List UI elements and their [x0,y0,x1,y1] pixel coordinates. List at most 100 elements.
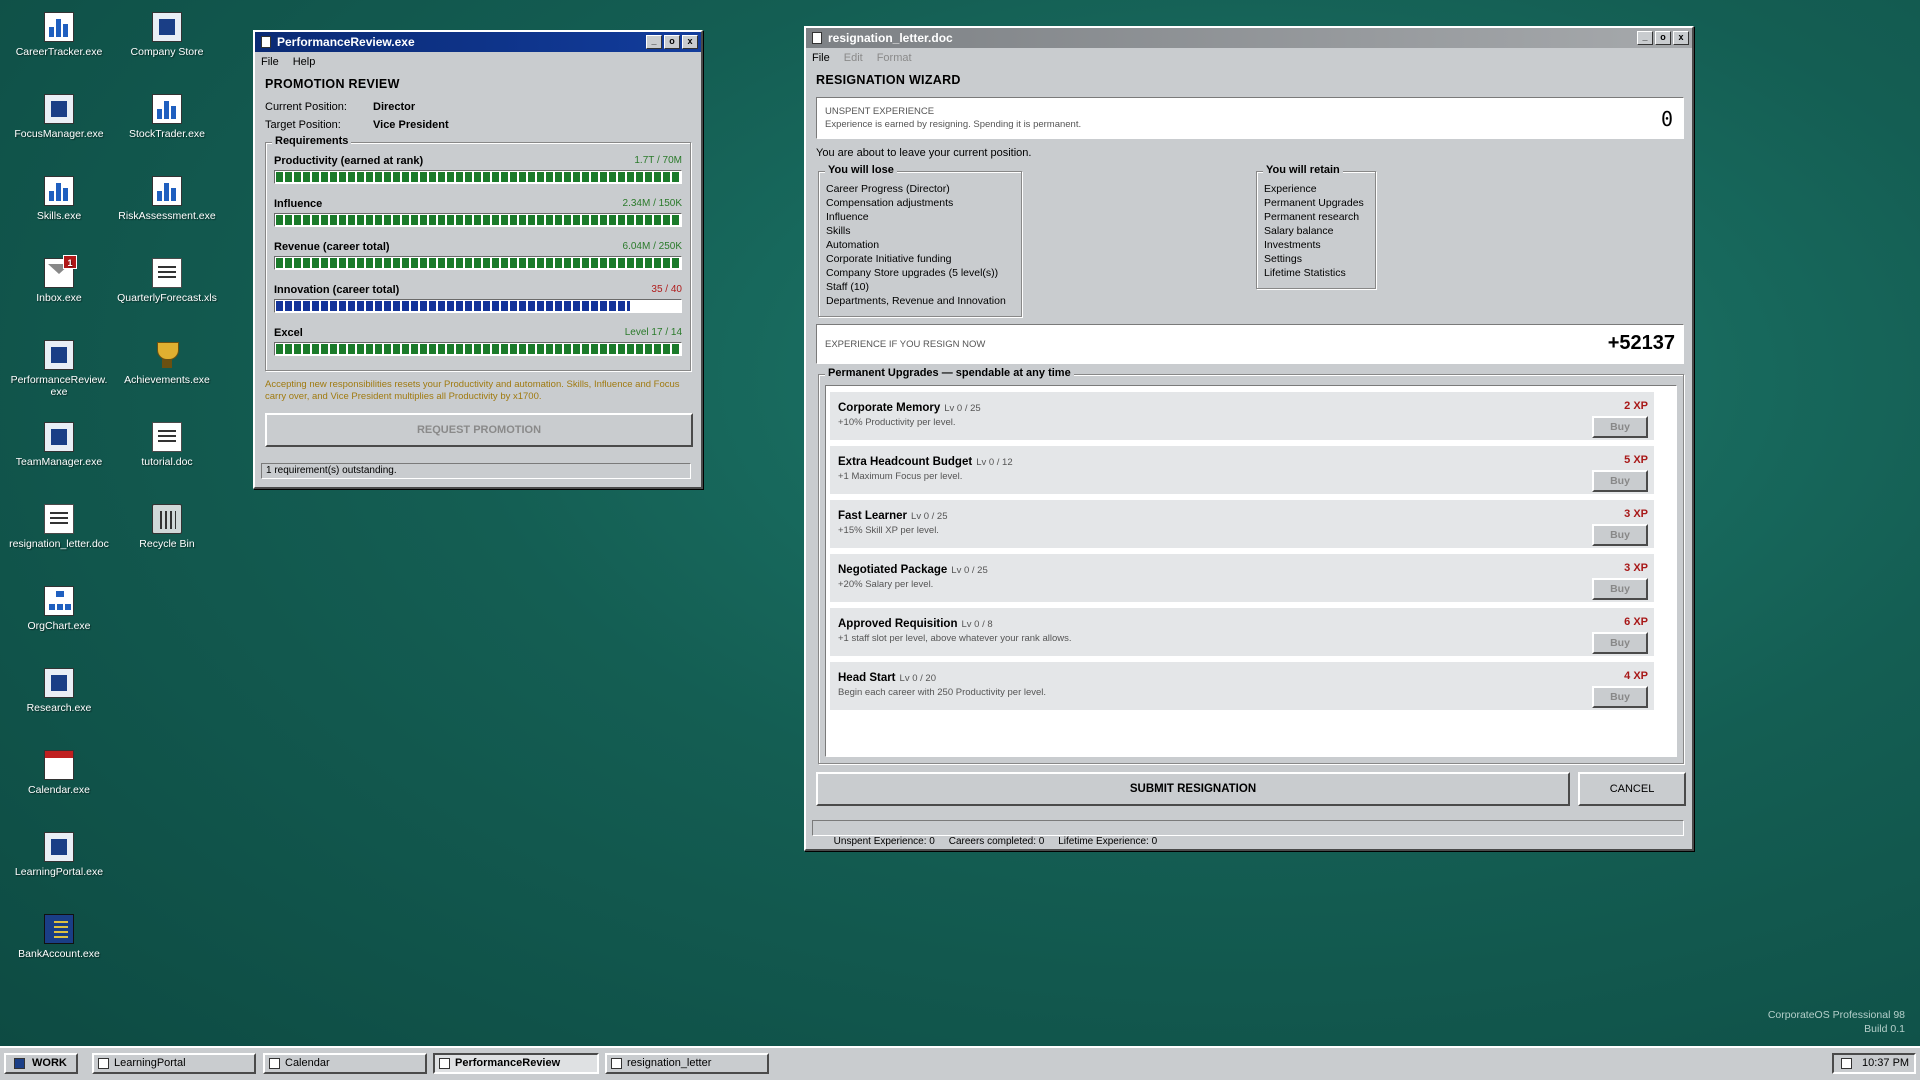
menu-bar: File Edit Format [806,48,1692,67]
upgrades-list[interactable]: Corporate Memory Lv 0 / 25 +10% Productivi… [825,385,1677,757]
requirement-progress-bar [274,299,682,313]
menu-file[interactable]: File [812,52,830,64]
menu-bar: File Help [255,52,701,71]
desktop-icon-quarterlyforecast-xls[interactable]: QuarterlyForecast.xls [113,258,221,304]
menu-file[interactable]: File [261,56,279,68]
close-button[interactable]: x [682,35,698,49]
desktop-icon-research-exe[interactable]: Research.exe [5,668,113,714]
desktop-icon-focusmanager-exe[interactable]: FocusManager.exe [5,94,113,140]
upgrade-cost: 6 XP [1624,616,1648,628]
document-icon [44,504,74,534]
desktop-icon-performancereview-exe[interactable]: PerformanceReview.exe [5,340,113,398]
desktop-icon-calendar-exe[interactable]: Calendar.exe [5,750,113,796]
desktop-icon-teammanager-exe[interactable]: TeamManager.exe [5,422,113,468]
requirements-label: Requirements [272,135,352,147]
menu-format[interactable]: Format [877,52,912,64]
desktop-icon-tutorial-doc[interactable]: tutorial.doc [113,422,221,468]
retain-list-item: Investments [1264,239,1321,251]
desktop-icon-stocktrader-exe[interactable]: StockTrader.exe [113,94,221,140]
desktop-icon-label: Achievements.exe [124,374,210,386]
taskbar-item-label: LearningPortal [114,1057,186,1069]
requirement-progress-bar [274,170,682,184]
desktop-icon-label: StockTrader.exe [128,128,206,140]
taskbar-item-learningportal[interactable]: LearningPortal [92,1053,256,1074]
request-promotion-button[interactable]: REQUEST PROMOTION [265,413,693,447]
os-branding-build: Build 0.1 [1864,1023,1905,1035]
upgrade-row: Approved Requisition Lv 0 / 8 +1 staff slo… [830,608,1654,658]
upgrade-level: Lv 0 / 12 [976,457,1013,468]
upgrade-level: Lv 0 / 25 [944,403,981,414]
desktop-icon-recycle-bin[interactable]: Recycle Bin [113,504,221,550]
desktop-icon-achievements-exe[interactable]: Achievements.exe [113,340,221,386]
desktop-icon-company-store[interactable]: Company Store [113,12,221,58]
buy-button[interactable]: Buy [1592,416,1648,438]
progress-fill [276,172,680,182]
resignation-titlebar[interactable]: resignation_letter.doc _ o x [806,28,1692,48]
upgrade-name: Approved Requisition Lv 0 / 8 [838,618,993,630]
menu-edit[interactable]: Edit [844,52,863,64]
mail-icon[interactable] [1841,1058,1852,1069]
cancel-button[interactable]: CANCEL [1578,772,1686,806]
requirement-value: 2.34M / 150K [622,198,682,209]
retain-label: You will retain [1263,164,1343,176]
system-tray: 10:37 PM [1832,1053,1916,1074]
risk-assessment-icon [152,176,182,206]
buy-button[interactable]: Buy [1592,470,1648,492]
upgrade-level: Lv 0 / 20 [899,673,936,684]
taskbar-item-performancereview[interactable]: PerformanceReview [433,1053,599,1074]
os-branding: CorporateOS Professional 98 Build 0.1 [1768,1008,1905,1036]
desktop-icon-label: Research.exe [26,702,92,714]
buy-button[interactable]: Buy [1592,578,1648,600]
desktop-icon-careertracker-exe[interactable]: CareerTracker.exe [5,12,113,58]
taskbar-item-label: PerformanceReview [455,1057,561,1069]
minimize-button[interactable]: _ [1637,31,1653,45]
submit-resignation-button[interactable]: SUBMIT RESIGNATION [816,772,1570,806]
desktop-icon-label: Recycle Bin [139,538,195,550]
maximize-button[interactable]: o [1655,31,1671,45]
maximize-button[interactable]: o [664,35,680,49]
close-button[interactable]: x [1673,31,1689,45]
buy-button[interactable]: Buy [1592,632,1648,654]
menu-help[interactable]: Help [293,56,316,68]
requirement-row: Influence 2.34M / 150K [274,198,682,227]
upgrade-row: Negotiated Package Lv 0 / 25 +20% Salary p… [830,554,1654,604]
upgrade-level: Lv 0 / 25 [951,565,988,576]
desktop-icon-label: Calendar.exe [28,784,90,796]
desktop-icon-label: LearningPortal.exe [14,866,104,878]
desktop-icon-skills-exe[interactable]: Skills.exe [5,176,113,222]
recycle-bin-icon [152,504,182,534]
desktop-icon-orgchart-exe[interactable]: OrgChart.exe [5,586,113,632]
desktop-icon-inbox-exe[interactable]: 1 Inbox.exe [5,255,113,304]
research-icon [44,668,74,698]
upgrade-cost: 3 XP [1624,508,1648,520]
requirement-row: Excel Level 17 / 14 [274,327,682,356]
os-branding-name: CorporateOS Professional 98 [1767,1009,1905,1021]
desktop-icon-riskassessment-exe[interactable]: RiskAssessment.exe [113,176,221,222]
requirement-name: Influence [274,198,323,210]
taskbar-item-calendar[interactable]: Calendar [263,1053,427,1074]
upgrade-cost: 5 XP [1624,454,1648,466]
document-icon [152,422,182,452]
upgrade-row: Extra Headcount Budget Lv 0 / 12 +1 Maximu… [830,446,1654,496]
desktop-icon-label: TeamManager.exe [15,456,103,468]
desktop-icon-learningportal-exe[interactable]: LearningPortal.exe [5,832,113,878]
desktop-icon-bankaccount-exe[interactable]: BankAccount.exe [5,914,113,960]
desktop-icon-resignation-letter-doc[interactable]: resignation_letter.doc [5,504,113,550]
upgrade-description: +20% Salary per level. [838,579,934,590]
buy-button[interactable]: Buy [1592,686,1648,708]
performance-review-titlebar[interactable]: PerformanceReview.exe _ o x [255,32,701,52]
unspent-experience-value: 0 [1660,107,1673,131]
window-title: PerformanceReview.exe [277,35,415,49]
requirements-group: Requirements Productivity (earned at ran… [265,135,691,371]
upgrade-description: +15% Skill XP per level. [838,525,939,536]
desktop-icon-label: Skills.exe [36,210,82,222]
taskbar-item-resignation-letter[interactable]: resignation_letter [605,1053,769,1074]
requirement-name: Revenue (career total) [274,241,390,253]
permanent-upgrades-label: Permanent Upgrades — spendable at any ti… [825,367,1074,379]
start-button[interactable]: WORK [4,1053,78,1074]
lose-list-item: Automation [826,239,880,251]
buy-button[interactable]: Buy [1592,524,1648,546]
bank-account-icon [44,914,74,944]
minimize-button[interactable]: _ [646,35,662,49]
retain-list-item: Permanent Upgrades [1264,197,1364,209]
